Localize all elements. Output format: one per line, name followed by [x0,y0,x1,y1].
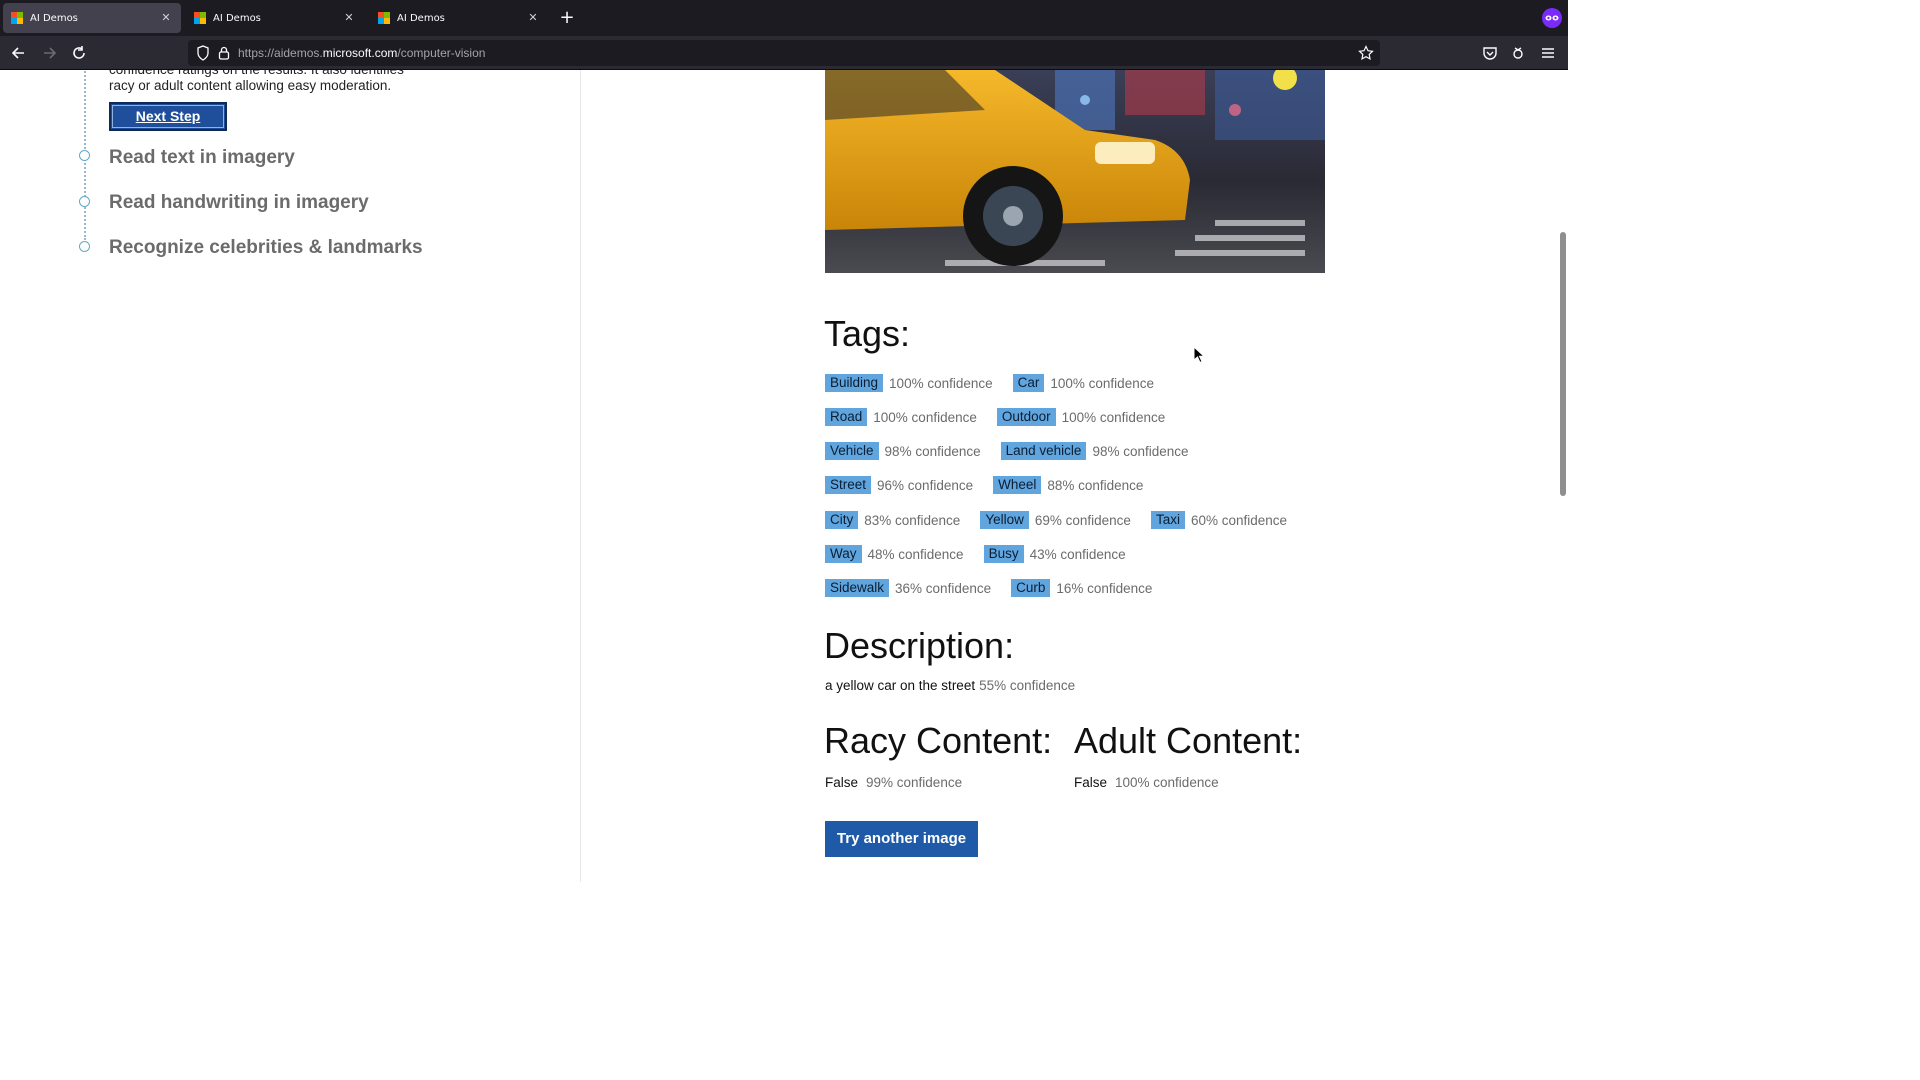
description-result: a yellow car on the street 55% confidence [825,678,1095,693]
tag-label: Car [1012,374,1045,392]
step-description: confidence ratings on the results. It al… [109,70,429,94]
private-mask-icon[interactable] [1542,8,1562,28]
back-icon[interactable] [8,42,30,64]
forward-icon[interactable] [38,42,60,64]
racy-confidence: 99% confidence [866,775,963,790]
lock-icon[interactable] [218,45,230,65]
description-confidence: 55% confidence [979,678,1076,693]
tag-confidence: 98% confidence [884,443,981,459]
tag-confidence: 16% confidence [1056,580,1153,596]
url-path: /computer-vision [397,46,486,60]
adult-value: False [1074,775,1108,790]
racy-content-result: False 99% confidence [825,775,982,790]
star-icon[interactable] [1358,45,1374,65]
close-icon[interactable]: ✕ [342,11,356,25]
description-heading: Description: [824,625,1015,666]
reload-icon[interactable] [68,42,90,64]
extension-icon[interactable] [1507,42,1529,64]
tag-confidence: 83% confidence [864,512,961,528]
tag-confidence: 100% confidence [1050,375,1154,391]
tab-title: AI Demos [213,12,261,24]
tag-confidence: 100% confidence [873,409,977,425]
adult-content-heading: Adult Content: [1074,720,1303,761]
tag-label: Sidewalk [825,579,890,597]
tag-confidence: 98% confidence [1092,443,1189,459]
tag-row: Road 100% confidence Outdoor 100% confiden… [825,408,1185,426]
tag-label: Wheel [993,476,1042,494]
tag-row: Sidewalk 36% confidence Curb 16% confidenc… [825,579,1172,597]
browser-nav-bar: https://aidemos.microsoft.com/computer-v… [0,36,1568,70]
plus-icon[interactable]: + [557,8,577,28]
tag-label: Building [825,374,884,392]
page-content: confidence ratings on the results. It al… [0,70,1568,882]
tag-confidence: 43% confidence [1029,546,1126,562]
url-host: microsoft.com [322,46,398,60]
browser-tab[interactable]: AI Demos ✕ [3,3,181,33]
tab-title: AI Demos [397,12,445,24]
step-recognize-celebrities[interactable]: Recognize celebrities & landmarks [109,237,423,259]
step-indicator [79,150,90,161]
scrollbar-thumb[interactable] [1560,232,1566,496]
tag-label: Taxi [1150,511,1185,529]
microsoft-logo-icon [11,12,23,24]
mouse-cursor-icon [1193,345,1206,364]
tag-confidence: 48% confidence [867,546,964,562]
tag-label: Land vehicle [1000,442,1087,460]
tag-label: Curb [1011,579,1051,597]
racy-value: False [825,775,859,790]
tag-row: Building 100% confidence Car 100% confiden… [825,374,1174,392]
tag-confidence: 36% confidence [895,580,992,596]
menu-icon[interactable] [1537,42,1559,64]
tag-confidence: 100% confidence [1061,409,1166,425]
column-divider [580,70,581,882]
description-line: racy or adult content allowing easy mode… [109,78,392,93]
tag-row: City 83% confidence Yellow 69% confidence … [825,511,1307,529]
tag-label: Busy [983,545,1024,563]
next-step-button[interactable]: Next Step [109,102,227,131]
url-text[interactable]: https://aidemos.microsoft.com/computer-v… [238,46,485,60]
tag-label: Street [825,476,872,494]
tag-label: Vehicle [825,442,879,460]
shield-icon[interactable] [196,45,210,65]
description-line: confidence ratings on the results. It al… [109,70,429,78]
close-icon[interactable]: ✕ [159,11,173,25]
tag-confidence: 88% confidence [1047,477,1144,493]
adult-content-result: False 100% confidence [1074,775,1239,790]
tag-confidence: 100% confidence [889,375,993,391]
tag-confidence: 96% confidence [877,477,974,493]
step-read-text[interactable]: Read text in imagery [109,147,295,169]
tab-title: AI Demos [30,12,78,24]
pocket-icon[interactable] [1479,42,1501,64]
close-icon[interactable]: ✕ [526,11,540,25]
browser-tab[interactable]: AI Demos ✕ [370,3,548,33]
tag-confidence: 60% confidence [1190,512,1288,528]
step-indicator [79,241,90,252]
tag-label: Way [825,545,862,563]
microsoft-logo-icon [378,12,390,24]
tag-label: Yellow [980,511,1029,529]
tag-label: City [825,511,859,529]
microsoft-logo-icon [194,12,206,24]
description-text: a yellow car on the street [825,678,976,693]
tag-row: Vehicle 98% confidence Land vehicle 98% co… [825,442,1209,460]
step-indicator [79,196,90,207]
browser-tab-bar: AI Demos ✕ AI Demos ✕ AI Demos ✕ + [0,0,1568,36]
analyzed-image [825,70,1325,273]
tag-confidence: 69% confidence [1034,512,1131,528]
tag-label: Outdoor [996,408,1056,426]
try-another-image-button[interactable]: Try another image [825,821,978,857]
adult-confidence: 100% confidence [1115,775,1219,790]
tags-heading: Tags: [824,313,911,354]
browser-tab[interactable]: AI Demos ✕ [186,3,364,33]
racy-content-heading: Racy Content: [824,720,1053,761]
tag-row: Street 96% confidence Wheel 88% confidence [825,476,1163,494]
step-read-handwriting[interactable]: Read handwriting in imagery [109,192,369,214]
address-bar[interactable]: https://aidemos.microsoft.com/computer-v… [188,40,1380,66]
tag-label: Road [825,408,868,426]
tag-row: Way 48% confidence Busy 43% confidence [825,545,1146,563]
url-prefix: https://aidemos. [238,46,323,60]
